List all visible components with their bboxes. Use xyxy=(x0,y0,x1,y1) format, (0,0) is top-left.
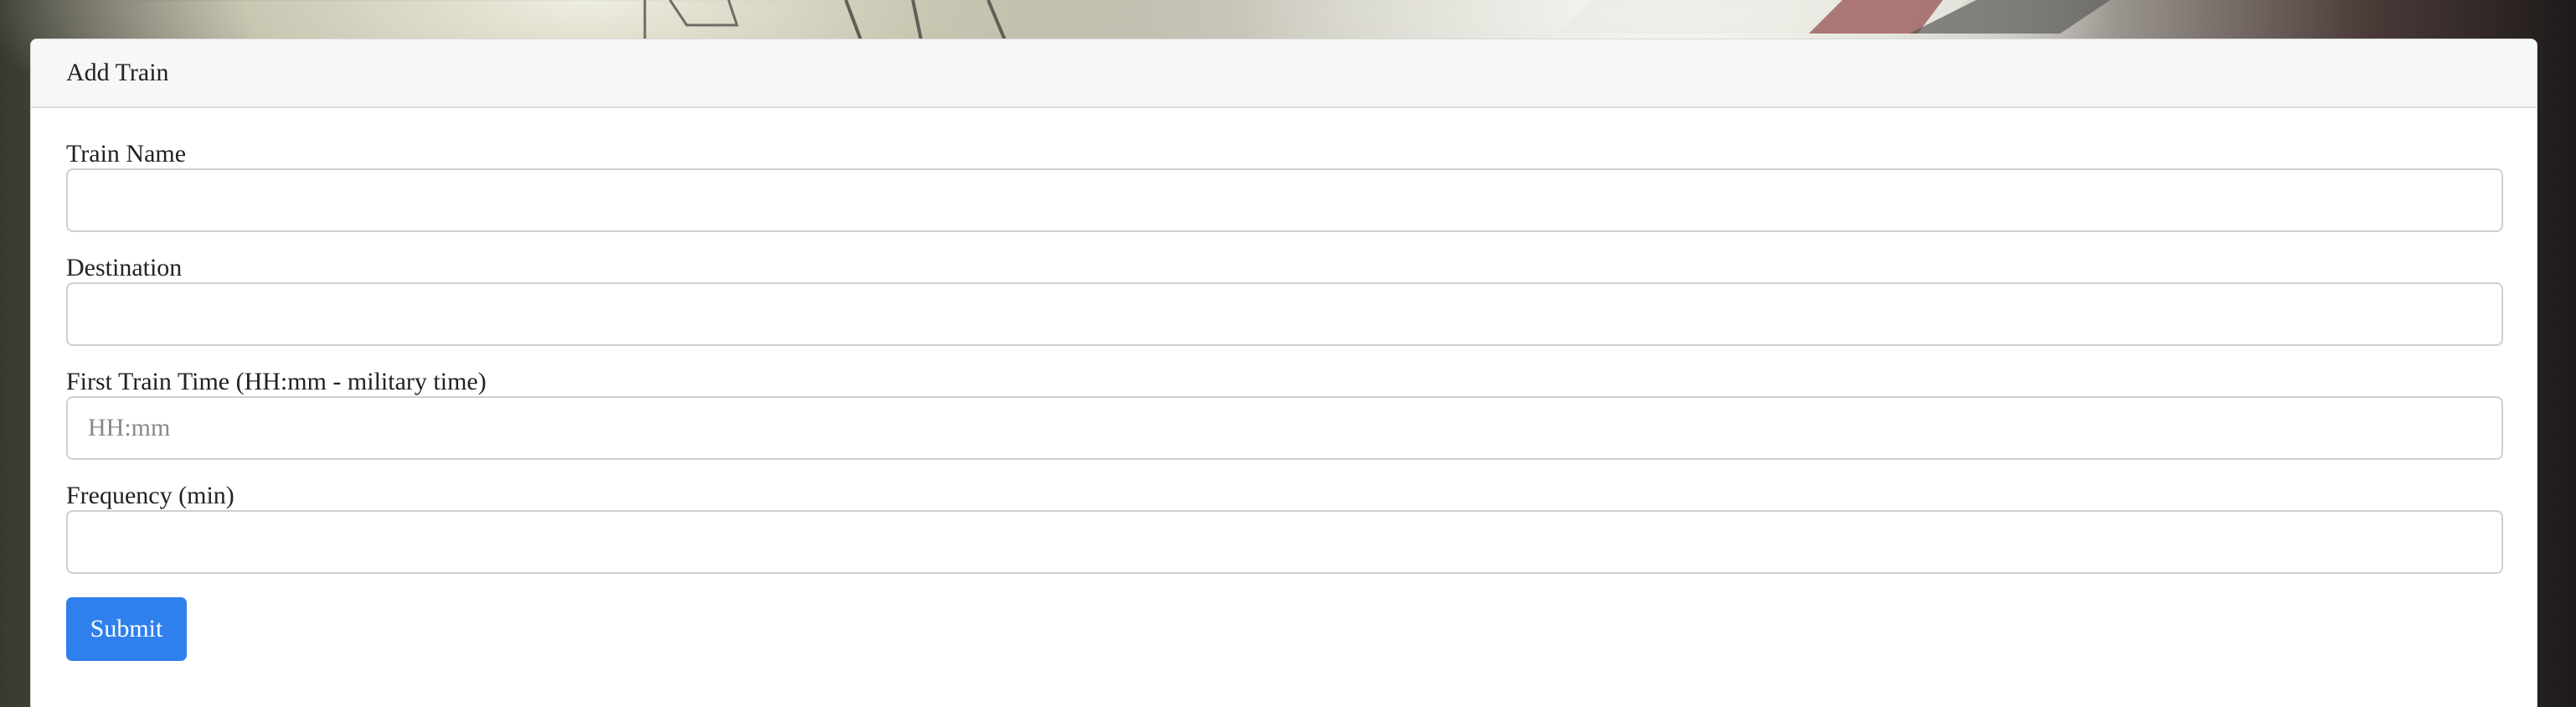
destination-group: Destination xyxy=(66,254,2503,346)
destination-input[interactable] xyxy=(66,282,2503,346)
first-train-time-group: First Train Time (HH:mm - military time) xyxy=(66,368,2503,460)
first-train-time-input[interactable] xyxy=(66,396,2503,460)
destination-label: Destination xyxy=(66,254,183,281)
panel-title: Add Train xyxy=(66,59,169,86)
frequency-input[interactable] xyxy=(66,510,2503,574)
first-train-time-label: First Train Time (HH:mm - military time) xyxy=(66,368,487,395)
add-train-form: Train Name Destination First Train Time … xyxy=(31,108,2537,661)
submit-button[interactable]: Submit xyxy=(66,597,187,661)
background-train-image xyxy=(643,0,2110,40)
frequency-label: Frequency (min) xyxy=(66,482,234,509)
panel-heading: Add Train xyxy=(31,39,2537,108)
train-name-label: Train Name xyxy=(66,140,187,168)
add-train-panel: Add Train Train Name Destination First T… xyxy=(30,39,2537,707)
train-name-group: Train Name xyxy=(66,140,2503,232)
train-name-input[interactable] xyxy=(66,168,2503,232)
frequency-group: Frequency (min) xyxy=(66,482,2503,574)
